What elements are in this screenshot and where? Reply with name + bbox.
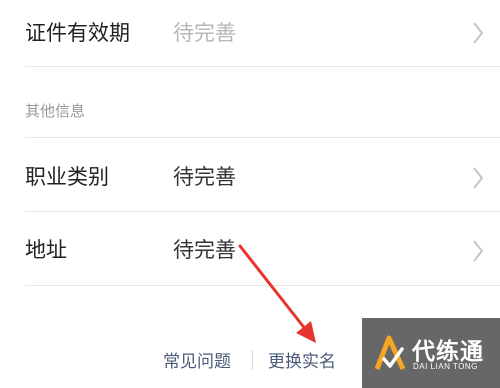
section-header-other-info: 其他信息 <box>25 102 86 120</box>
occupation-label: 职业类别 <box>25 165 109 189</box>
chevron-right-icon <box>473 167 484 189</box>
daliantong-logo-icon <box>374 335 406 371</box>
watermark: 代练通 DAI LIAN TONG <box>362 318 500 388</box>
address-label: 地址 <box>25 238 67 262</box>
occupation-row[interactable]: 职业类别 待完善 <box>0 138 500 210</box>
id-validity-label: 证件有效期 <box>25 21 130 45</box>
change-real-name-link[interactable]: 更换实名 <box>268 347 336 372</box>
watermark-subtitle: DAI LIAN TONG <box>413 362 478 371</box>
address-row[interactable]: 地址 待完善 <box>0 212 500 284</box>
footer-separator <box>252 350 253 370</box>
occupation-value: 待完善 <box>173 165 236 189</box>
id-validity-row[interactable]: 证件有效期 待完善 <box>0 0 500 64</box>
faq-link[interactable]: 常见问题 <box>163 347 231 372</box>
id-validity-value: 待完善 <box>173 21 236 45</box>
address-value: 待完善 <box>173 238 236 262</box>
chevron-right-icon <box>473 22 484 44</box>
divider <box>25 66 500 67</box>
watermark-title: 代练通 <box>412 339 484 365</box>
divider <box>25 285 500 286</box>
chevron-right-icon <box>473 240 484 262</box>
